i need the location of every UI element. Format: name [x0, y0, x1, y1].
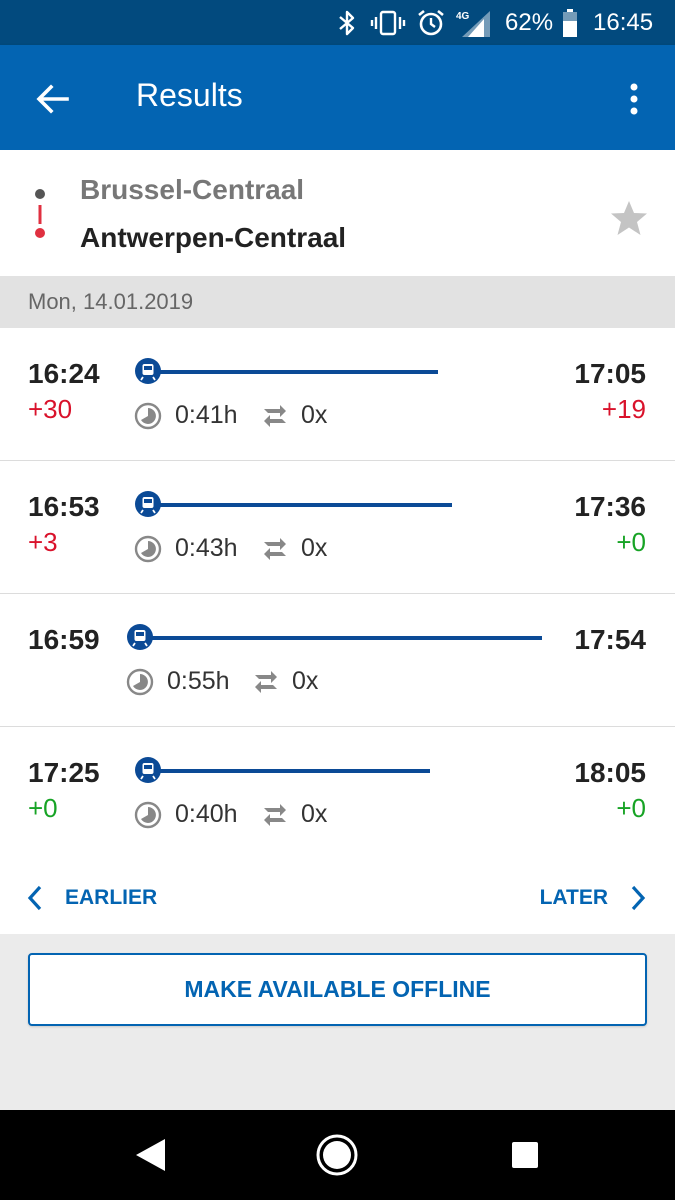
earlier-button[interactable]: EARLIER: [26, 880, 157, 916]
duration: 0:55h: [167, 667, 230, 695]
changes: 0x: [301, 534, 328, 562]
connection-row[interactable]: 16:24 +30 0:41h 0x 17:05 +19: [0, 328, 675, 461]
square-recents-icon: [512, 1142, 538, 1168]
network-type-label: 4G: [456, 11, 470, 22]
page-title: Results: [136, 77, 243, 113]
later-button[interactable]: LATER: [540, 880, 647, 916]
alarm-icon: [416, 0, 446, 45]
results-pager: EARLIER LATER: [0, 862, 675, 934]
battery-percent: 62%: [505, 8, 554, 36]
connection-list: 16:24 +30 0:41h 0x 17:05 +19 16:53 +3 0:…: [0, 328, 675, 934]
system-nav-bar: [0, 1110, 675, 1200]
arrival-time: 18:05: [574, 757, 646, 788]
journey-track: [152, 636, 542, 640]
back-button[interactable]: [26, 75, 78, 123]
connection-row[interactable]: 16:53 +3 0:43h 0x 17:36 +0: [0, 461, 675, 594]
train-icon: [134, 490, 162, 518]
nav-home-button[interactable]: [314, 1132, 360, 1178]
journey-track: [160, 769, 430, 773]
transfer-icon: [260, 535, 290, 563]
clock-icon: [134, 402, 162, 430]
departure-time: 16:53: [28, 491, 100, 522]
clock-time: 16:45: [593, 8, 654, 36]
arrival-time: 17:36: [574, 491, 646, 522]
arrival-delay: +19: [601, 394, 646, 424]
route-line-icon: [28, 188, 52, 252]
transfer-icon: [251, 668, 281, 696]
changes: 0x: [301, 800, 328, 828]
chevron-left-icon: [27, 885, 42, 911]
origin-station: Brussel-Centraal: [80, 174, 305, 205]
star-icon: [611, 201, 647, 235]
journey-track: [160, 503, 452, 507]
changes: 0x: [292, 667, 319, 695]
departure-delay: +0: [28, 793, 58, 823]
duration: 0:40h: [175, 800, 238, 828]
journey-track: [160, 370, 438, 374]
nav-recents-button[interactable]: [502, 1132, 548, 1178]
arrival-time: 17:54: [574, 624, 646, 655]
vibrate-icon: [370, 0, 406, 45]
date-header: Mon, 14.01.2019: [0, 276, 675, 328]
arrow-left-icon: [36, 84, 69, 114]
arrival-time: 17:05: [574, 358, 646, 389]
duration: 0:41h: [175, 401, 238, 429]
departure-time: 16:59: [28, 624, 100, 655]
clock-icon: [126, 668, 154, 696]
triangle-back-icon: [136, 1139, 165, 1171]
connection-row[interactable]: 16:59 0:55h 0x 17:54: [0, 594, 675, 727]
clock-icon: [134, 801, 162, 829]
clock-icon: [134, 535, 162, 563]
transfer-icon: [260, 402, 290, 430]
train-icon: [134, 357, 162, 385]
transfer-icon: [260, 801, 290, 829]
departure-delay: +30: [28, 394, 73, 424]
more-vertical-icon: [630, 83, 638, 115]
home-circle-icon: [316, 1134, 358, 1176]
bluetooth-icon: [336, 0, 358, 45]
route-summary: Brussel-Centraal Antwerpen-Centraal: [0, 150, 675, 276]
train-icon: [126, 623, 154, 651]
later-label: LATER: [539, 886, 608, 909]
nav-back-button[interactable]: [127, 1132, 173, 1178]
battery-icon: [561, 0, 579, 45]
departure-time: 17:25: [28, 757, 100, 788]
signal-icon: 4G: [454, 0, 492, 45]
train-icon: [134, 756, 162, 784]
earlier-label: EARLIER: [65, 886, 158, 909]
changes: 0x: [301, 401, 328, 429]
departure-delay: +3: [28, 527, 58, 557]
destination-station: Antwerpen-Centraal: [80, 222, 347, 253]
app-bar: Results: [0, 45, 675, 150]
date-label: Mon, 14.01.2019: [28, 289, 194, 314]
chevron-right-icon: [631, 885, 646, 911]
arrival-delay: +0: [616, 793, 646, 823]
make-available-offline-button[interactable]: MAKE AVAILABLE OFFLINE: [28, 953, 647, 1026]
favorite-button[interactable]: [603, 192, 655, 244]
status-bar: 4G 62% 16:45: [0, 0, 675, 45]
departure-time: 16:24: [28, 358, 100, 389]
more-options-button[interactable]: [612, 75, 656, 123]
arrival-delay: +0: [616, 527, 646, 557]
duration: 0:43h: [175, 534, 238, 562]
connection-row[interactable]: 17:25 +0 0:40h 0x 18:05 +0: [0, 727, 675, 860]
